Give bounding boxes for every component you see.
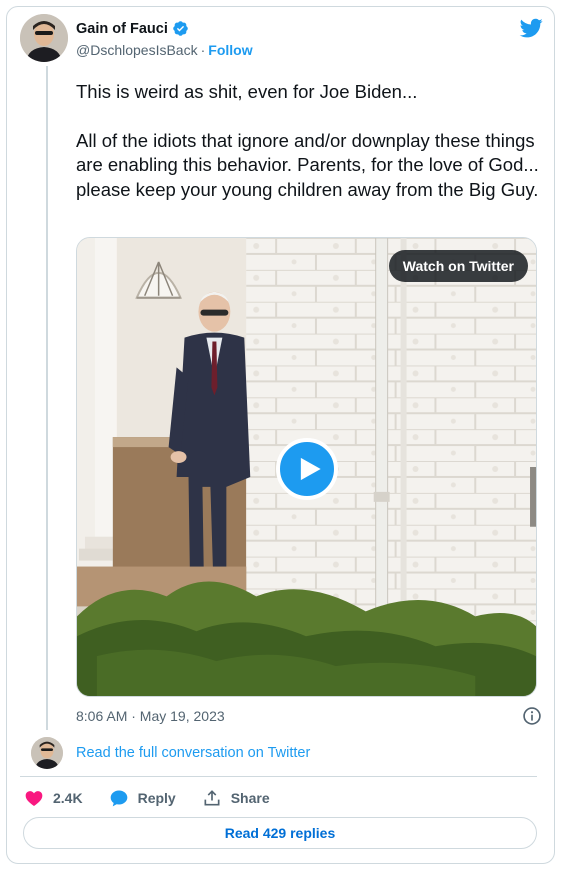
- follow-link[interactable]: Follow: [208, 42, 252, 58]
- play-button[interactable]: [276, 438, 338, 500]
- heart-icon: [25, 791, 43, 806]
- reply-bubble-icon: [110, 790, 127, 807]
- like-count: 2.4K: [53, 790, 83, 806]
- author-avatar[interactable]: [20, 14, 68, 62]
- reply-button[interactable]: Reply: [109, 788, 176, 808]
- like-button[interactable]: 2.4K: [24, 788, 83, 808]
- read-replies-button[interactable]: Read 429 replies: [23, 817, 537, 849]
- info-icon[interactable]: [522, 706, 542, 726]
- share-label: Share: [230, 790, 270, 806]
- twitter-bird-icon[interactable]: [519, 16, 543, 40]
- divider: [20, 776, 537, 777]
- separator-dot: ·: [200, 42, 206, 58]
- share-icon: [204, 790, 220, 806]
- watch-on-twitter-button[interactable]: Watch on Twitter: [388, 250, 528, 282]
- tweet-actions: 2.4K Reply Share: [24, 787, 296, 809]
- tweet-paragraph: All of the idiots that ignore and/or dow…: [76, 129, 539, 200]
- reply-author-avatar[interactable]: [31, 737, 63, 769]
- author-display-name[interactable]: Gain of Fauci: [76, 21, 168, 37]
- read-conversation-link[interactable]: Read the full conversation on Twitter: [76, 745, 310, 761]
- share-button[interactable]: Share: [202, 788, 270, 808]
- tweet-timestamp[interactable]: 8:06 AM · May 19, 2023: [76, 708, 225, 724]
- verified-badge-icon: [173, 21, 188, 36]
- play-icon: [300, 457, 321, 481]
- author-handle[interactable]: @DschlopesIsBack: [76, 42, 198, 58]
- tweet-text: This is weird as shit, even for Joe Bide…: [76, 80, 541, 202]
- reply-label: Reply: [137, 790, 176, 806]
- thread-line: [46, 66, 48, 730]
- video-media[interactable]: Watch on Twitter: [76, 237, 537, 697]
- tweet-paragraph: This is weird as shit, even for Joe Bide…: [76, 81, 418, 102]
